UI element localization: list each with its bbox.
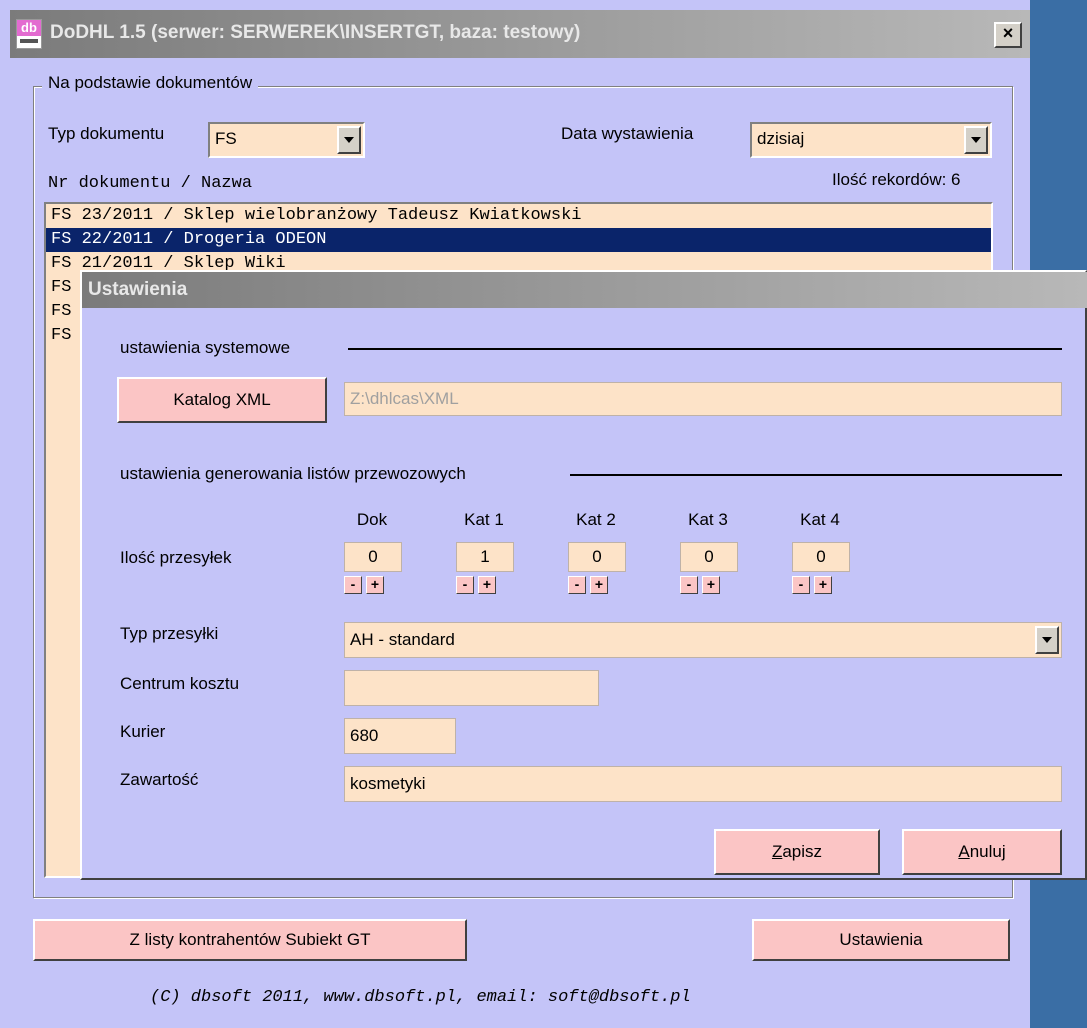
copyright-footer: (C) dbsoft 2011, www.dbsoft.pl, email: s…	[150, 988, 691, 1007]
courier-label: Kurier	[120, 722, 166, 741]
app-icon: db	[16, 19, 42, 49]
issue-date-combo[interactable]: dzisiaj	[750, 122, 992, 158]
dialog-title: Ustawienia	[88, 279, 188, 300]
decrement-button[interactable]: -	[344, 576, 362, 594]
quantity-stepper[interactable]: 0	[680, 542, 738, 572]
chevron-down-icon[interactable]	[964, 126, 988, 154]
decrement-button[interactable]: -	[456, 576, 474, 594]
settings-dialog: Ustawienia ustawienia systemowe Katalog …	[80, 270, 1087, 880]
increment-button[interactable]: +	[814, 576, 832, 594]
list-header: Nr dokumentu / Nazwa	[48, 174, 253, 193]
cost-center-field[interactable]	[344, 670, 599, 706]
divider	[570, 474, 1062, 476]
generation-section-label: ustawienia generowania listów przewozowy…	[120, 464, 466, 483]
group-legend: Na podstawie dokumentów	[42, 73, 259, 93]
xml-catalog-button[interactable]: Katalog XML	[117, 377, 327, 423]
spinner-label: Kat 4	[800, 510, 840, 529]
increment-button[interactable]: +	[590, 576, 608, 594]
contractors-list-button[interactable]: Z listy kontrahentów Subiekt GT	[33, 919, 467, 961]
xml-path-field[interactable]: Z:\dhlcas\XML	[344, 382, 1062, 416]
dialog-title-bar: Ustawienia	[82, 272, 1087, 308]
decrement-button[interactable]: -	[568, 576, 586, 594]
shipment-type-combo[interactable]: AH - standard	[344, 622, 1062, 658]
decrement-button[interactable]: -	[792, 576, 810, 594]
chevron-down-icon[interactable]	[337, 126, 361, 154]
divider	[348, 348, 1062, 350]
close-button[interactable]: ×	[994, 22, 1022, 48]
system-section-label: ustawienia systemowe	[120, 338, 291, 357]
records-count: Ilość rekordów: 6	[832, 170, 961, 189]
courier-field[interactable]: 680	[344, 718, 456, 754]
issue-date-label: Data wystawienia	[561, 124, 694, 143]
cancel-button[interactable]: Anuluj	[902, 829, 1062, 875]
increment-button[interactable]: +	[702, 576, 720, 594]
increment-button[interactable]: +	[478, 576, 496, 594]
spinner-label: Kat 1	[464, 510, 504, 529]
list-item[interactable]: FS 22/2011 / Drogeria ODEON	[46, 228, 991, 252]
spinner-label: Dok	[356, 510, 388, 529]
chevron-down-icon[interactable]	[1035, 626, 1059, 654]
quantity-stepper[interactable]: 0	[792, 542, 850, 572]
increment-button[interactable]: +	[366, 576, 384, 594]
spinner-label: Kat 2	[576, 510, 616, 529]
list-item[interactable]: FS 23/2011 / Sklep wielobranżowy Tadeusz…	[46, 204, 991, 228]
doc-type-combo[interactable]: FS	[208, 122, 365, 158]
doc-type-label: Typ dokumentu	[48, 124, 165, 143]
cost-center-label: Centrum kosztu	[120, 674, 240, 693]
decrement-button[interactable]: -	[680, 576, 698, 594]
contents-label: Zawartość	[120, 770, 199, 789]
quantity-stepper[interactable]: 1	[456, 542, 514, 572]
title-bar: db DoDHL 1.5 (serwer: SERWEREK\INSERTGT,…	[10, 10, 1030, 58]
quantity-stepper[interactable]: 0	[568, 542, 626, 572]
spinner-label: Kat 3	[688, 510, 728, 529]
quantity-stepper[interactable]: 0	[344, 542, 402, 572]
settings-button[interactable]: Ustawienia	[752, 919, 1010, 961]
contents-field[interactable]: kosmetyki	[344, 766, 1062, 802]
save-button[interactable]: Zapisz	[714, 829, 880, 875]
window-title: DoDHL 1.5 (serwer: SERWEREK\INSERTGT, ba…	[50, 22, 581, 43]
shipment-type-label: Typ przesyłki	[120, 624, 219, 643]
package-count-label: Ilość przesyłek	[120, 548, 232, 567]
